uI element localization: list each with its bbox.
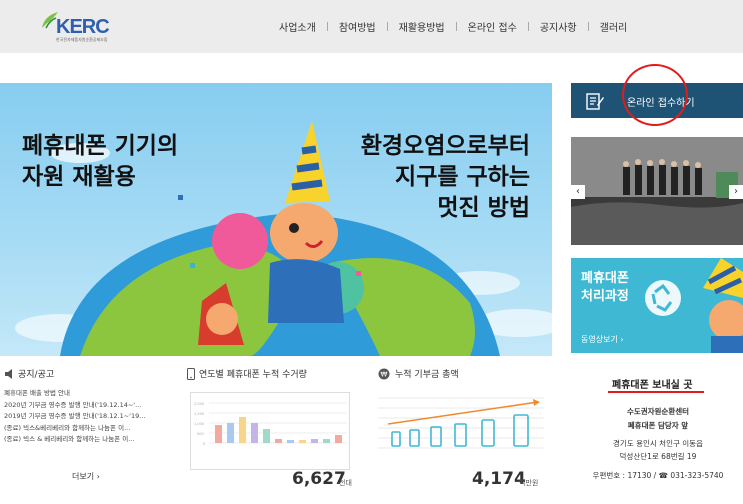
gallery-slider[interactable]: ‹ › [571, 137, 743, 245]
svg-text:0: 0 [203, 442, 205, 446]
more-link[interactable]: 더보기 › [72, 471, 100, 482]
list-item[interactable]: 2020년 기부금 영수증 발행 안내('19.12.14~'... [4, 400, 174, 412]
red-underline-annotation [608, 391, 704, 393]
svg-text:₩: ₩ [381, 370, 388, 378]
yearly-chart-graphic: 2,000 1,500 1,000 500 0 [194, 402, 347, 446]
send-line: 수도권자원순환센터 [626, 407, 690, 416]
hero-right-line: 멋진 방법 [437, 195, 530, 221]
notice-panel: 공지/공고 폐휴대폰 배출 방법 안내 2020년 기부금 영수증 발행 안내(… [4, 367, 174, 492]
hero-banner[interactable]: 폐휴대폰 기기의 자원 재활용 환경오염으로부터 지구를 구하는 멋진 방법 [0, 83, 552, 356]
yearly-total: 6,627 [292, 469, 346, 489]
donation-total: 4,174 [472, 469, 526, 489]
hero-left-line: 폐휴대폰 기기의 [22, 133, 179, 159]
highlight-circle-annotation [622, 64, 688, 126]
list-item[interactable]: 폐휴대폰 배출 방법 안내 [4, 388, 174, 400]
yearly-bar-chart: 2,000 1,500 1,000 500 0 [190, 392, 350, 470]
logo[interactable]: KERC 한국전자제품자원순환공제조합 [40, 10, 110, 44]
hero-headline-left: 폐휴대폰 기기의 자원 재활용 [22, 131, 178, 193]
slider-next-button[interactable]: › [729, 185, 743, 199]
logo-text: KERC [56, 16, 110, 38]
main-nav: 사업소개 참여방법 재활용방법 온라인 접수 공지사항 갤러리 [268, 0, 638, 53]
hero-headline-right: 환경오염으로부터 지구를 구하는 멋진 방법 [361, 131, 530, 224]
notice-list: 폐휴대폰 배출 방법 안내 2020년 기부금 영수증 발행 안내('19.12… [4, 388, 174, 446]
svg-text:500: 500 [197, 432, 204, 436]
donation-growth-graphic [378, 397, 544, 449]
notice-header: 공지/공고 [4, 367, 174, 380]
phone-icon [187, 367, 195, 380]
svg-text:1,000: 1,000 [194, 422, 204, 426]
nav-recycle[interactable]: 재활용방법 [388, 19, 456, 34]
nav-participate[interactable]: 참여방법 [328, 19, 387, 34]
slider-prev-button[interactable]: ‹ [571, 185, 585, 199]
process-title: 폐휴대폰 처리과정 [581, 270, 629, 306]
top-header: KERC 한국전자제품자원순환공제조합 사업소개 참여방법 재활용방법 온라인 … [0, 0, 743, 53]
won-coin-icon: ₩ [378, 368, 390, 379]
nav-about[interactable]: 사업소개 [268, 19, 327, 34]
list-item[interactable]: 2019년 기부금 영수증 발행 안내('18.12.1~'19... [4, 411, 174, 423]
send-line: 덕성산단1로 68번길 19 [619, 452, 697, 461]
nav-gallery[interactable]: 갤러리 [589, 19, 639, 34]
hero-right-line: 환경오염으로부터 [360, 133, 530, 159]
logo-subtitle: 한국전자제품자원순환공제조합 [56, 37, 108, 42]
nav-online-apply[interactable]: 온라인 접수 [457, 19, 528, 34]
donation-title: 누적 기부금 총액 [395, 370, 459, 380]
yearly-unit: 천대 [339, 479, 352, 487]
svg-text:2,000: 2,000 [194, 402, 204, 406]
send-line: 경기도 용인시 처인구 이동읍 [613, 439, 703, 448]
gallery-photo [571, 137, 743, 245]
yearly-header: 연도별 폐휴대폰 누적 수거량 [187, 367, 357, 380]
list-item[interactable]: (종료) 빅스 & 베리베리와 함께하는 나눔폰 이... [4, 434, 174, 446]
video-link[interactable]: 동영상보기 › [581, 334, 624, 345]
send-line: 우편번호 : 17130 / ☎ 031-323-5740 [592, 471, 724, 480]
hero-left-line: 자원 재활용 [22, 164, 136, 190]
speaker-icon [5, 368, 12, 379]
list-item[interactable]: (종료) 빅스&베리베리와 함께하는 나눔폰 이... [4, 423, 174, 435]
donation-header: ₩ 누적 기부금 총액 [378, 367, 548, 380]
donation-unit: 백만원 [519, 479, 539, 487]
process-title-line: 폐휴대폰 [581, 271, 629, 286]
hero-right-line: 지구를 구하는 [395, 164, 530, 190]
process-title-line: 처리과정 [581, 289, 629, 304]
nav-notice[interactable]: 공지사항 [529, 19, 588, 34]
send-line: 폐휴대폰 담당자 앞 [627, 421, 689, 430]
svg-text:1,500: 1,500 [194, 412, 204, 416]
send-address-title: 폐휴대폰 보내실 곳 [612, 380, 693, 391]
notice-title: 공지/공고 [18, 370, 55, 380]
process-banner[interactable]: 폐휴대폰 처리과정 동영상보기 › [571, 258, 743, 353]
yearly-title: 연도별 폐휴대폰 누적 수거량 [199, 370, 307, 380]
document-pen-icon [586, 93, 604, 110]
